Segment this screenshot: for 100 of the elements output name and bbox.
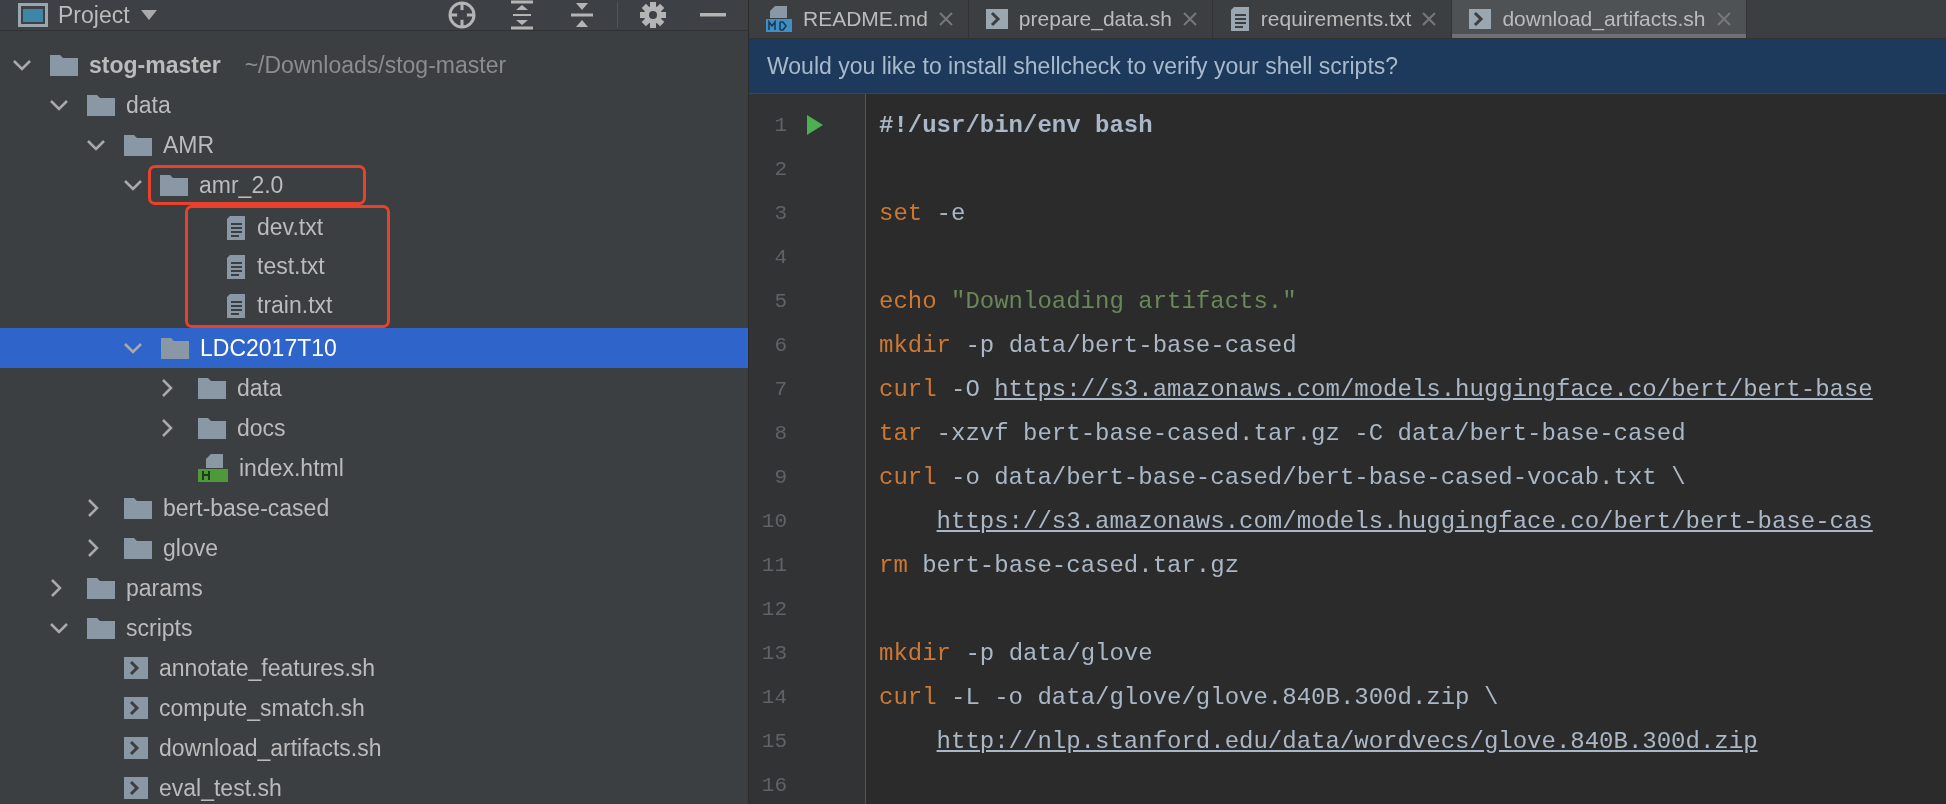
- tree-row[interactable]: AMR: [0, 125, 748, 165]
- tree-label: glove: [163, 534, 218, 562]
- shell-script-icon: [984, 8, 1009, 30]
- tree-row[interactable]: data: [0, 85, 748, 125]
- minimize-icon[interactable]: [700, 12, 726, 18]
- code-line: https://s3.amazonaws.com/models.huggingface.co/bert/bert-base-cas: [935, 507, 1873, 535]
- folder-icon: [123, 536, 153, 560]
- html-file-icon: [197, 453, 229, 483]
- code-line: mkdir -p data/bert-base-cased: [879, 331, 1297, 359]
- text-file-icon: [225, 292, 247, 319]
- editor-tab[interactable]: prepare_data.sh: [968, 0, 1213, 38]
- tree-row[interactable]: dev.txt: [188, 208, 387, 247]
- chevron-down-icon[interactable]: [123, 178, 143, 192]
- locate-icon[interactable]: [447, 0, 477, 30]
- tree-row[interactable]: eval_test.sh: [0, 768, 748, 804]
- tree-label: index.html: [239, 454, 344, 482]
- tree-label: train.txt: [257, 292, 333, 319]
- tree-label: params: [126, 574, 203, 602]
- run-icon[interactable]: [806, 114, 824, 136]
- chevron-down-icon[interactable]: [86, 138, 106, 152]
- folder-icon: [49, 53, 79, 77]
- text-file-icon: [225, 253, 247, 280]
- markdown-file-icon: [765, 5, 793, 33]
- expand-all-icon[interactable]: [510, 0, 534, 30]
- code-line: rm bert-base-cased.tar.gz: [879, 551, 1240, 579]
- tree-row[interactable]: docs: [0, 408, 748, 448]
- chevron-right-icon[interactable]: [160, 378, 174, 398]
- code-line: set -e: [879, 199, 966, 227]
- chevron-down-icon[interactable]: [49, 98, 69, 112]
- code-line: curl -L -o data/glove/glove.840B.300d.zip \: [879, 683, 1499, 711]
- tree-row[interactable]: glove: [0, 528, 748, 568]
- tree-label: dev.txt: [257, 214, 324, 241]
- text-file-icon: [1228, 6, 1251, 32]
- settings-icon[interactable]: [639, 1, 667, 29]
- tree-label: docs: [237, 414, 286, 442]
- chevron-down-icon[interactable]: [12, 58, 32, 72]
- folder-icon: [159, 173, 189, 197]
- folder-icon: [86, 93, 116, 117]
- code-line: tar -xzvf bert-base-cased.tar.gz -C data/bert-base-cased: [879, 419, 1686, 447]
- tree-row[interactable]: bert-base-cased: [0, 488, 748, 528]
- tree-label: annotate_features.sh: [159, 654, 376, 682]
- chevron-right-icon[interactable]: [86, 498, 100, 518]
- folder-icon: [160, 336, 190, 360]
- tree-label: amr_2.0: [199, 171, 284, 199]
- folder-icon: [123, 496, 153, 520]
- tree-label: bert-base-cased: [163, 494, 330, 522]
- dropdown-caret-icon[interactable]: [139, 9, 158, 21]
- tree-label: scripts: [126, 614, 193, 642]
- chevron-right-icon[interactable]: [49, 578, 63, 598]
- folder-icon: [86, 576, 116, 600]
- folder-icon: [86, 616, 116, 640]
- panel-title: Project: [58, 1, 130, 29]
- tree-row[interactable]: params: [0, 568, 748, 608]
- chevron-down-icon[interactable]: [49, 621, 69, 635]
- project-window-icon: [18, 3, 48, 27]
- code-line: http://nlp.stanford.edu/data/wordvecs/glove.840B.300d.zip: [935, 727, 1758, 755]
- tree-row[interactable]: amr_2.0: [0, 165, 748, 205]
- code-line: curl -o data/bert-base-cased/bert-base-cased-vocab.txt \: [879, 463, 1686, 491]
- chevron-right-icon[interactable]: [160, 418, 174, 438]
- tree-label: compute_smatch.sh: [159, 694, 365, 722]
- text-file-icon: [225, 214, 247, 241]
- chevron-right-icon[interactable]: [86, 538, 100, 558]
- tree-row[interactable]: data: [0, 368, 748, 408]
- tree-label: eval_test.sh: [159, 774, 282, 802]
- shell-script-icon: [123, 696, 149, 720]
- collapse-all-icon[interactable]: [570, 0, 594, 30]
- tree-label: data: [237, 374, 282, 402]
- shell-script-icon: [123, 656, 149, 680]
- editor-tab[interactable]: requirements.txt: [1212, 0, 1453, 38]
- code-line: echo "Downloading artifacts.": [879, 287, 1297, 315]
- shell-script-icon: [123, 776, 149, 800]
- folder-icon: [123, 133, 153, 157]
- tree-row[interactable]: annotate_features.sh: [0, 648, 748, 688]
- shell-script-icon: [1468, 8, 1493, 30]
- tree-row[interactable]: index.html: [0, 448, 748, 488]
- notification-text: Would you like to install shellcheck to verify your shell scripts?: [767, 52, 1399, 80]
- tree-label: LDC2017T10: [200, 334, 337, 362]
- tree-row[interactable]: compute_smatch.sh: [0, 688, 748, 728]
- code-line: curl -O https://s3.amazonaws.com/models.huggingface.co/bert/bert-base: [879, 375, 1873, 403]
- tree-row[interactable]: scripts: [0, 608, 748, 648]
- editor-tab[interactable]: download_artifacts.sh: [1452, 0, 1747, 38]
- code-line: mkdir -p data/glove: [879, 639, 1153, 667]
- tree-row[interactable]: test.txt: [188, 247, 387, 286]
- tree-label: download_artifacts.sh: [159, 734, 382, 762]
- tree-row[interactable]: LDC2017T10: [0, 328, 748, 368]
- shell-script-icon: [123, 736, 149, 760]
- tree-label: test.txt: [257, 253, 325, 280]
- folder-icon: [197, 376, 227, 400]
- close-icon[interactable]: [937, 11, 954, 27]
- close-icon[interactable]: [1421, 11, 1438, 27]
- folder-icon: [197, 416, 227, 440]
- tree-row[interactable]: train.txt: [188, 286, 387, 325]
- editor-tab[interactable]: README.md: [749, 0, 969, 38]
- code-line: #!/usr/bin/env bash: [879, 111, 1153, 139]
- tree-label: AMR: [163, 131, 215, 159]
- tree-label: stog-master: [89, 51, 221, 79]
- close-icon[interactable]: [1181, 11, 1198, 27]
- tree-row[interactable]: stog-master ~/Downloads/stog-master: [0, 45, 748, 85]
- project-path: ~/Downloads/stog-master: [244, 51, 507, 79]
- tree-row[interactable]: download_artifacts.sh: [0, 728, 748, 768]
